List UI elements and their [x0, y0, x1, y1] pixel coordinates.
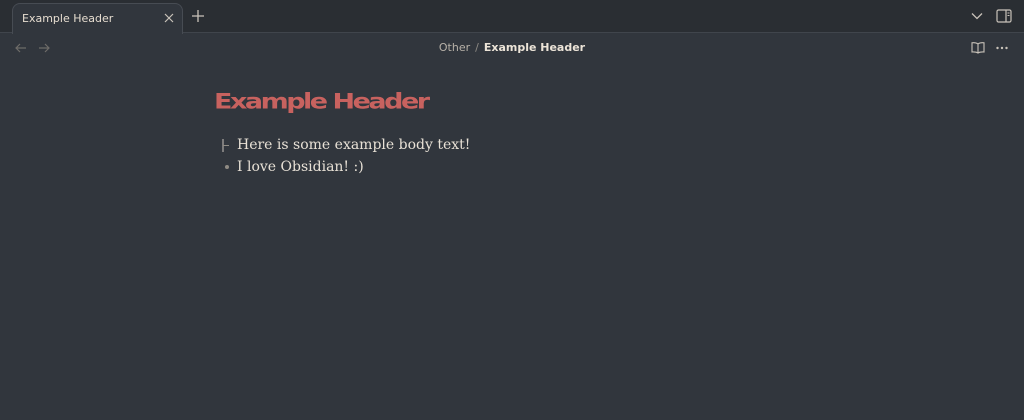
- list-item-text: I love Obsidian! :): [237, 159, 364, 175]
- close-icon[interactable]: [163, 12, 175, 24]
- breadcrumb-folder[interactable]: Other: [439, 41, 470, 54]
- list-item-text: Here is some example body text!: [237, 137, 471, 153]
- plus-icon[interactable]: [191, 9, 205, 23]
- tab-bar: Example Header: [0, 0, 1024, 34]
- bullet-icon: [225, 165, 229, 169]
- breadcrumb-current[interactable]: Example Header: [484, 41, 585, 54]
- more-horizontal-icon[interactable]: [995, 41, 1009, 55]
- tab-title: Example Header: [22, 12, 114, 25]
- breadcrumb-separator: /: [475, 41, 479, 54]
- note-title[interactable]: Example Header: [214, 90, 430, 115]
- chevron-down-icon[interactable]: [970, 10, 984, 22]
- view-header: Other / Example Header: [0, 33, 1024, 63]
- tab-example-header[interactable]: Example Header: [12, 3, 183, 34]
- breadcrumb: Other / Example Header: [0, 41, 1024, 54]
- book-open-icon[interactable]: [971, 41, 985, 54]
- text-cursor-icon: [222, 139, 229, 152]
- sidebar-right-icon[interactable]: [996, 9, 1012, 23]
